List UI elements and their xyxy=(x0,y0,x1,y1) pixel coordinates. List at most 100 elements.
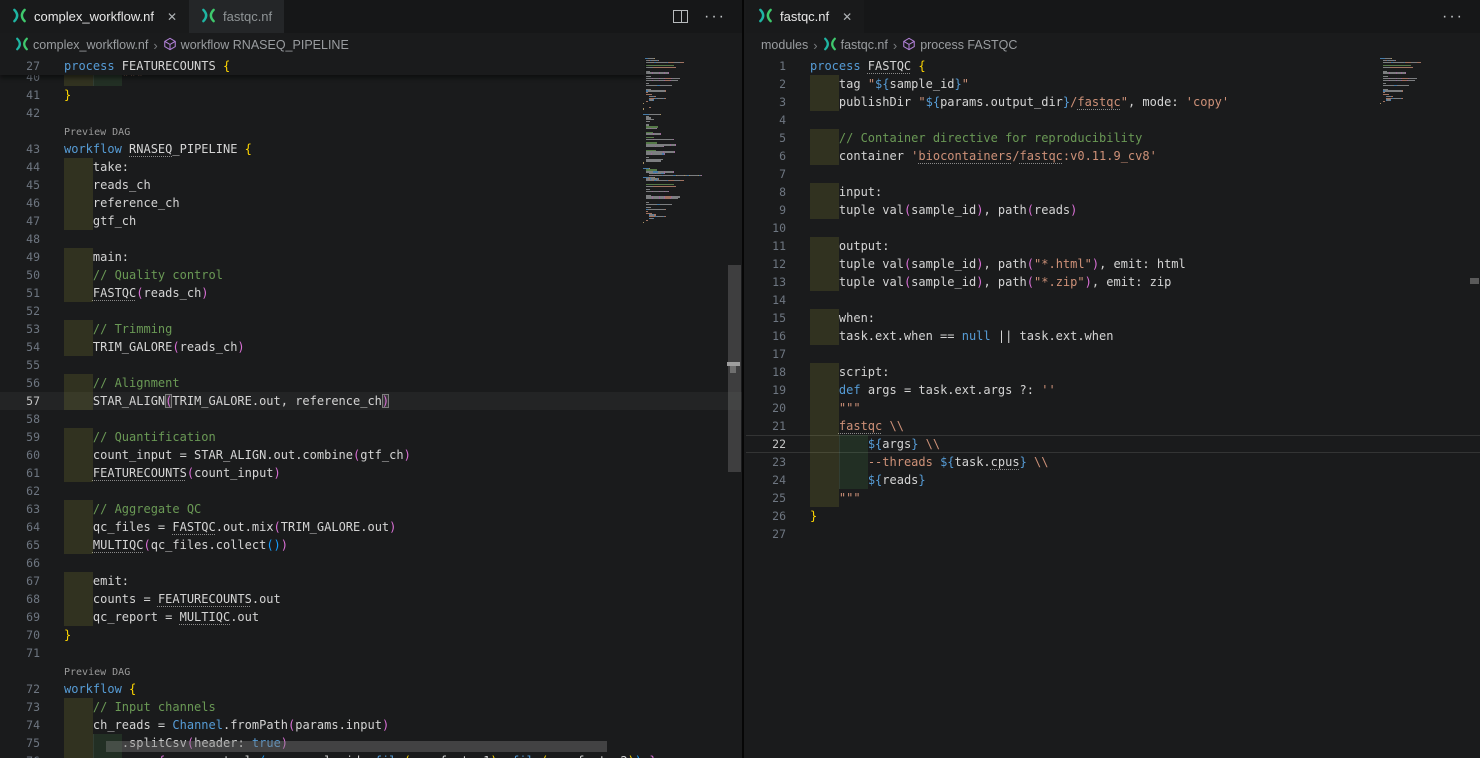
code-line[interactable]: 18script: xyxy=(746,363,1480,381)
symbol-module-icon xyxy=(902,37,916,54)
code-line[interactable]: 17 xyxy=(746,345,1480,363)
sticky-scroll-line[interactable]: 27process FEATURECOUNTS { xyxy=(0,57,645,75)
line-content: counts = FEATURECOUNTS.out xyxy=(64,590,281,608)
code-line[interactable]: 65MULTIQC(qc_files.collect()) xyxy=(0,536,742,554)
code-line[interactable]: 54TRIM_GALORE(reads_ch) xyxy=(0,338,742,356)
code-line[interactable]: 52 xyxy=(0,302,742,320)
minimap-right[interactable] xyxy=(1380,58,1464,107)
code-line[interactable]: 51FASTQC(reads_ch) xyxy=(0,284,742,302)
codelens-preview-dag[interactable]: Preview DAG xyxy=(0,662,742,680)
code-editor-left: 40"""41}42Preview DAG43workflow RNASEQ_P… xyxy=(0,57,742,758)
breadcrumb-symbol[interactable]: workflow RNASEQ_PIPELINE xyxy=(163,37,349,54)
codelens-link[interactable]: Preview DAG xyxy=(64,666,130,680)
code-line[interactable]: 44take: xyxy=(0,158,742,176)
code-line[interactable]: 2tag "${sample_id}" xyxy=(746,75,1480,93)
code-line[interactable]: 20""" xyxy=(746,399,1480,417)
code-line[interactable]: 70} xyxy=(0,626,742,644)
code-line[interactable]: 23--threads ${task.cpus} \\ xyxy=(746,453,1480,471)
code-line[interactable]: 50// Quality control xyxy=(0,266,742,284)
code-line[interactable]: 19def args = task.ext.args ?: '' xyxy=(746,381,1480,399)
tab-complex-workflow[interactable]: complex_workflow.nf ✕ xyxy=(0,0,189,33)
code-token: ${ xyxy=(940,455,954,469)
code-line[interactable]: 13tuple val(sample_id), path("*.zip"), e… xyxy=(746,273,1480,291)
code-line[interactable]: 21fastqc \\ xyxy=(746,417,1480,435)
code-line[interactable]: 69qc_report = MULTIQC.out xyxy=(0,608,742,626)
more-actions-icon[interactable]: ··· xyxy=(1442,8,1464,26)
minimap-left[interactable] xyxy=(643,58,727,225)
code-line[interactable]: 11output: xyxy=(746,237,1480,255)
code-line[interactable]: 45reads_ch xyxy=(0,176,742,194)
code-line[interactable]: 16task.ext.when == null || task.ext.when xyxy=(746,327,1480,345)
code-line[interactable]: 57STAR_ALIGN(TRIM_GALORE.out, reference_… xyxy=(0,392,742,410)
line-number: 21 xyxy=(746,417,786,435)
split-editor-icon[interactable] xyxy=(673,10,688,23)
code-line[interactable]: 76.map { row -> tuple(row.sample_id, fil… xyxy=(0,752,742,758)
code-line[interactable]: 56// Alignment xyxy=(0,374,742,392)
code-line[interactable]: 68counts = FEATURECOUNTS.out xyxy=(0,590,742,608)
code-token: TRIM_GALORE xyxy=(93,340,172,354)
line-content: take: xyxy=(64,158,129,176)
code-line[interactable]: 7 xyxy=(746,165,1480,183)
code-token: qc_files = xyxy=(93,520,172,534)
tab-fastqc-right[interactable]: fastqc.nf ✕ xyxy=(746,0,864,33)
line-number: 49 xyxy=(0,248,40,266)
code-line[interactable]: 12tuple val(sample_id), path("*.html"), … xyxy=(746,255,1480,273)
line-content: emit: xyxy=(64,572,129,590)
code-line[interactable]: 53// Trimming xyxy=(0,320,742,338)
code-token: ) xyxy=(382,394,389,408)
code-line[interactable]: 15when: xyxy=(746,309,1480,327)
code-line[interactable]: 5// Container directive for reproducibil… xyxy=(746,129,1480,147)
line-content: input: xyxy=(810,183,882,201)
code-line[interactable]: 58 xyxy=(0,410,742,428)
line-content: tuple val(sample_id), path(reads) xyxy=(810,201,1077,219)
breadcrumb-file[interactable]: complex_workflow.nf xyxy=(15,37,148,54)
close-icon[interactable]: ✕ xyxy=(167,11,177,23)
code-line[interactable]: 59// Quantification xyxy=(0,428,742,446)
code-line[interactable]: 43workflow RNASEQ_PIPELINE { xyxy=(0,140,742,158)
code-line[interactable]: 4 xyxy=(746,111,1480,129)
horizontal-scrollbar-thumb[interactable] xyxy=(106,741,607,752)
more-actions-icon[interactable]: ··· xyxy=(704,8,726,26)
close-icon[interactable]: ✕ xyxy=(842,11,852,23)
code-line[interactable]: 25""" xyxy=(746,489,1480,507)
code-line[interactable]: 60count_input = STAR_ALIGN.out.combine(g… xyxy=(0,446,742,464)
code-line[interactable]: 62 xyxy=(0,482,742,500)
code-line[interactable]: 71 xyxy=(0,644,742,662)
code-line[interactable]: 6container 'biocontainers/fastqc:v0.11.9… xyxy=(746,147,1480,165)
codelens-link[interactable]: Preview DAG xyxy=(64,126,130,140)
code-line[interactable]: 22${args} \\ xyxy=(746,435,1480,453)
code-line[interactable]: 1process FASTQC { xyxy=(746,57,1480,75)
codelens-preview-dag[interactable]: Preview DAG xyxy=(0,122,742,140)
code-line[interactable]: 10 xyxy=(746,219,1480,237)
code-line[interactable]: 67emit: xyxy=(0,572,742,590)
tab-fastqc-left[interactable]: fastqc.nf xyxy=(189,0,284,33)
code-line[interactable]: 74ch_reads = Channel.fromPath(params.inp… xyxy=(0,716,742,734)
code-line[interactable]: 26} xyxy=(746,507,1480,525)
code-line[interactable]: 55 xyxy=(0,356,742,374)
code-token: args = task.ext.args ?: xyxy=(861,383,1042,397)
code-line[interactable]: 47gtf_ch xyxy=(0,212,742,230)
code-line[interactable]: 46reference_ch xyxy=(0,194,742,212)
code-line[interactable]: 61FEATURECOUNTS(count_input) xyxy=(0,464,742,482)
code-line[interactable]: 49main: xyxy=(0,248,742,266)
code-line[interactable]: 14 xyxy=(746,291,1480,309)
code-line[interactable]: 63// Aggregate QC xyxy=(0,500,742,518)
code-line[interactable]: 48 xyxy=(0,230,742,248)
code-line[interactable]: 73// Input channels xyxy=(0,698,742,716)
sash-grip-handle[interactable] xyxy=(730,366,736,373)
breadcrumb-symbol[interactable]: process FASTQC xyxy=(902,37,1017,54)
code-line[interactable]: 27 xyxy=(746,525,1480,543)
code-line[interactable]: 8input: xyxy=(746,183,1480,201)
code-line[interactable]: 42 xyxy=(0,104,742,122)
code-line[interactable]: 41} xyxy=(0,86,742,104)
code-line[interactable]: 72workflow { xyxy=(0,680,742,698)
breadcrumb-folder[interactable]: modules xyxy=(761,38,808,52)
code-line[interactable]: 27process FEATURECOUNTS { xyxy=(0,57,645,75)
code-line[interactable]: 24${reads} xyxy=(746,471,1480,489)
breadcrumb-file[interactable]: fastqc.nf xyxy=(823,37,888,54)
code-line[interactable]: 64qc_files = FASTQC.out.mix(TRIM_GALORE.… xyxy=(0,518,742,536)
indent-guide-band xyxy=(810,363,839,381)
code-line[interactable]: 66 xyxy=(0,554,742,572)
code-line[interactable]: 9tuple val(sample_id), path(reads) xyxy=(746,201,1480,219)
code-line[interactable]: 3publishDir "${params.output_dir}/fastqc… xyxy=(746,93,1480,111)
